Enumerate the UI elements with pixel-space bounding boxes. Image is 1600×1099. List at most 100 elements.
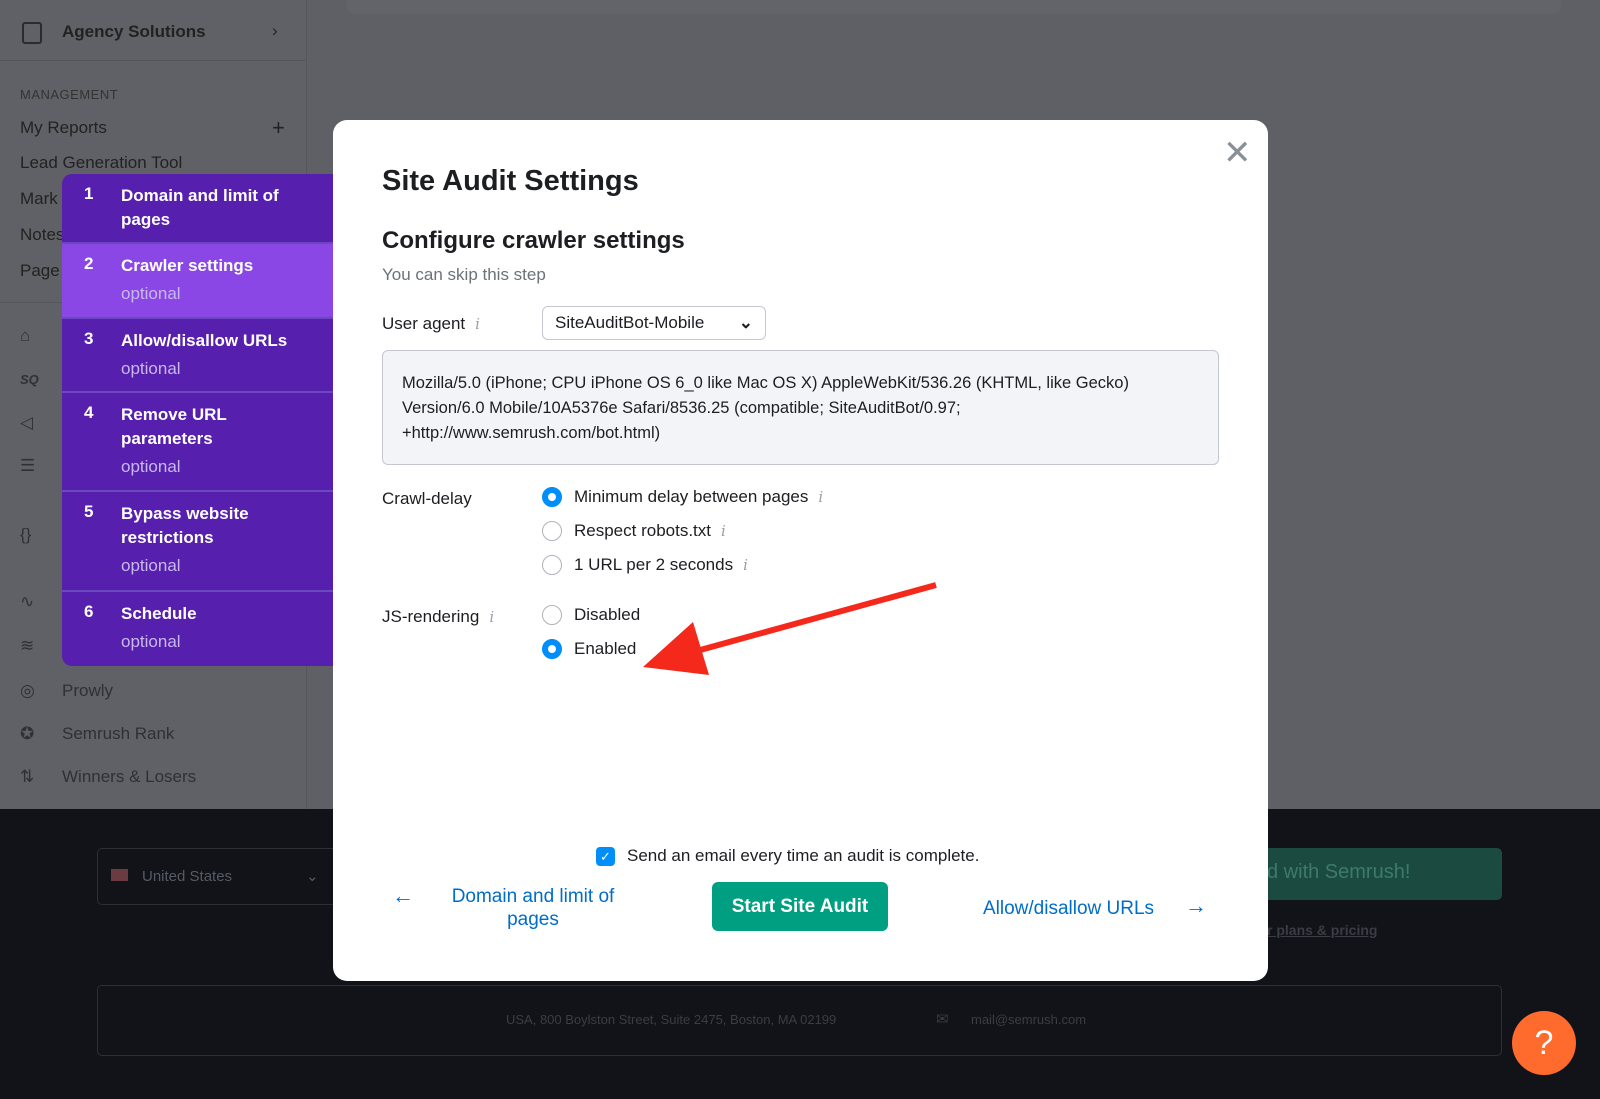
- management-heading: MANAGEMENT: [20, 87, 119, 102]
- radio-unselected[interactable]: [542, 555, 562, 575]
- step-optional: optional: [121, 284, 181, 303]
- crawl-delay-label: Crawl-delay: [382, 489, 472, 508]
- plans-link[interactable]: r plans & pricing: [1267, 922, 1377, 938]
- chevron-down-icon: ⌄: [306, 868, 319, 885]
- sidebar-item-page[interactable]: Page: [20, 261, 60, 281]
- radio-label: Respect robots.txt: [574, 521, 712, 540]
- js-rendering-options: Disabled Enabled: [542, 598, 640, 666]
- start-site-audit-button[interactable]: Start Site Audit: [712, 882, 888, 931]
- radio-selected[interactable]: [542, 639, 562, 659]
- sidebar-item-semrush-rank[interactable]: Semrush Rank: [62, 724, 174, 744]
- radio-selected[interactable]: [542, 487, 562, 507]
- step-number: 5: [84, 502, 94, 521]
- radio-label: Disabled: [574, 605, 641, 624]
- sensor-icon[interactable]: ≋: [20, 636, 34, 656]
- radio-unselected[interactable]: [542, 605, 562, 625]
- user-agent-label: User agent i: [382, 314, 480, 334]
- radio-js-disabled[interactable]: Disabled: [542, 598, 640, 632]
- radio-label: Enabled: [574, 639, 637, 658]
- step-3[interactable]: 3 Allow/disallow URLs optional: [62, 319, 333, 393]
- modal-title: Site Audit Settings: [382, 165, 639, 197]
- content-icon[interactable]: ☰: [20, 456, 35, 476]
- pulse-icon[interactable]: ∿: [20, 592, 34, 612]
- info-icon[interactable]: i: [818, 488, 823, 506]
- sq-icon[interactable]: SQ: [20, 372, 39, 387]
- agency-solutions[interactable]: Agency Solutions: [62, 22, 206, 42]
- chevron-down-icon: ⌄: [738, 313, 753, 332]
- section-title: Configure crawler settings: [382, 227, 685, 254]
- red-arrow-annotation: [643, 582, 937, 675]
- sidebar-item-prowly[interactable]: Prowly: [62, 681, 113, 701]
- step-title: Remove URL parameters: [121, 405, 227, 448]
- country-select[interactable]: United States ⌄: [97, 848, 337, 905]
- radio-respect-robots[interactable]: Respect robots.txt i: [542, 514, 823, 548]
- step-optional: optional: [121, 457, 181, 476]
- background-card: [347, 0, 1561, 14]
- step-number: 6: [84, 602, 94, 621]
- chevron-right-icon[interactable]: ›: [272, 21, 278, 41]
- arrow-left-icon[interactable]: ←: [392, 883, 414, 909]
- info-icon[interactable]: i: [489, 608, 494, 626]
- step-optional: optional: [121, 556, 181, 575]
- step-title: Crawler settings: [121, 256, 254, 275]
- footer-email[interactable]: mail@semrush.com: [971, 1012, 1086, 1027]
- code-icon[interactable]: {}: [20, 525, 31, 545]
- prowly-icon[interactable]: ◎: [20, 681, 35, 701]
- info-icon[interactable]: i: [743, 556, 748, 574]
- next-step-link[interactable]: Allow/disallow URLs: [983, 897, 1154, 920]
- step-title: Schedule: [121, 604, 197, 623]
- radio-label: 1 URL per 2 seconds: [574, 555, 734, 574]
- step-2[interactable]: 2 Crawler settings optional: [62, 244, 333, 319]
- footer-box: USA, 800 Boylston Street, Suite 2475, Bo…: [97, 985, 1502, 1056]
- step-1[interactable]: 1 Domain and limit of pages: [62, 174, 333, 244]
- step-5[interactable]: 5 Bypass website restrictions optional: [62, 492, 333, 592]
- document-icon: [22, 22, 42, 44]
- sidebar-item-winners-losers[interactable]: Winners & Losers: [62, 767, 196, 787]
- star-icon[interactable]: ✪: [20, 724, 34, 744]
- step-title: Allow/disallow URLs: [121, 331, 288, 350]
- radio-js-enabled[interactable]: Enabled: [542, 632, 640, 666]
- user-agent-label-text: User agent: [382, 314, 466, 333]
- sidebar-item-lead-generation[interactable]: Lead Generation Tool: [20, 153, 182, 173]
- sidebar-item-notes[interactable]: Notes: [20, 225, 64, 245]
- listing-icon[interactable]: ⌂: [20, 326, 30, 346]
- checkbox-checked-icon[interactable]: ✓: [596, 846, 615, 866]
- info-icon[interactable]: i: [721, 522, 726, 540]
- js-rendering-label: JS-rendering i: [382, 607, 494, 627]
- mail-icon: ✉: [936, 1011, 949, 1028]
- crawl-delay-options: Minimum delay between pages i Respect rob…: [542, 480, 823, 582]
- arrows-updown-icon[interactable]: ⇅: [20, 767, 34, 787]
- step-4[interactable]: 4 Remove URL parameters optional: [62, 393, 333, 492]
- megaphone-icon[interactable]: ◁: [20, 413, 33, 433]
- radio-minimum-delay[interactable]: Minimum delay between pages i: [542, 480, 823, 514]
- site-audit-settings-modal: ✕ Site Audit Settings Configure crawler …: [333, 120, 1268, 981]
- step-title: Bypass website restrictions: [121, 504, 249, 547]
- radio-label: Minimum delay between pages: [574, 487, 809, 506]
- close-icon[interactable]: ✕: [1223, 136, 1252, 170]
- sidebar-item-my-reports[interactable]: My Reports: [20, 118, 107, 138]
- step-number: 2: [84, 254, 94, 273]
- user-agent-value: SiteAuditBot-Mobile: [555, 313, 705, 332]
- skip-hint: You can skip this step: [382, 265, 546, 284]
- us-flag-icon: [111, 869, 128, 881]
- step-number: 3: [84, 329, 94, 348]
- arrow-right-icon[interactable]: →: [1185, 893, 1207, 919]
- help-button[interactable]: ?: [1512, 1011, 1576, 1075]
- cta-button[interactable]: d with Semrush!: [1267, 848, 1502, 900]
- info-icon[interactable]: i: [475, 315, 480, 333]
- step-optional: optional: [121, 632, 181, 651]
- previous-step-link[interactable]: Domain and limit of pages: [438, 885, 628, 931]
- js-rendering-label-text: JS-rendering: [382, 607, 480, 626]
- user-agent-select[interactable]: SiteAuditBot-Mobile ⌄: [542, 306, 766, 340]
- address: USA, 800 Boylston Street, Suite 2475, Bo…: [506, 1012, 837, 1027]
- step-number: 4: [84, 403, 94, 422]
- email-checkbox-row[interactable]: ✓ Send an email every time an audit is c…: [596, 846, 979, 866]
- radio-unselected[interactable]: [542, 521, 562, 541]
- step-optional: optional: [121, 359, 181, 378]
- sidebar-item-mark[interactable]: Mark: [20, 189, 58, 209]
- email-checkbox-label: Send an email every time an audit is com…: [627, 846, 980, 865]
- plus-icon[interactable]: +: [272, 115, 285, 141]
- step-6[interactable]: 6 Schedule optional: [62, 592, 333, 666]
- step-title: Domain and limit of pages: [121, 186, 279, 229]
- steps-panel: 1 Domain and limit of pages 2 Crawler sett…: [62, 174, 333, 666]
